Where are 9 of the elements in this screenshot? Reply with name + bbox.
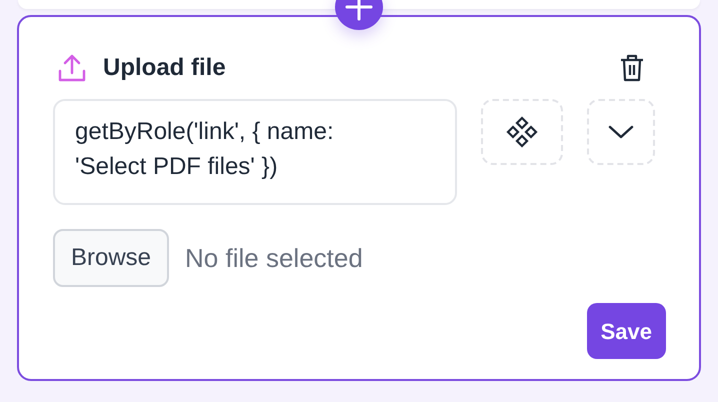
component-icon[interactable] <box>481 99 563 165</box>
plus-icon <box>344 0 374 22</box>
save-button[interactable]: Save <box>586 303 666 359</box>
delete-icon[interactable] <box>619 54 645 82</box>
file-status: No file selected <box>185 242 363 274</box>
upload-icon <box>57 53 87 83</box>
browse-button[interactable]: Browse <box>53 229 170 287</box>
locator-field[interactable]: getByRole('link', { name: 'Select PDF files' }) <box>53 99 457 205</box>
step-title: Upload file <box>103 54 226 82</box>
